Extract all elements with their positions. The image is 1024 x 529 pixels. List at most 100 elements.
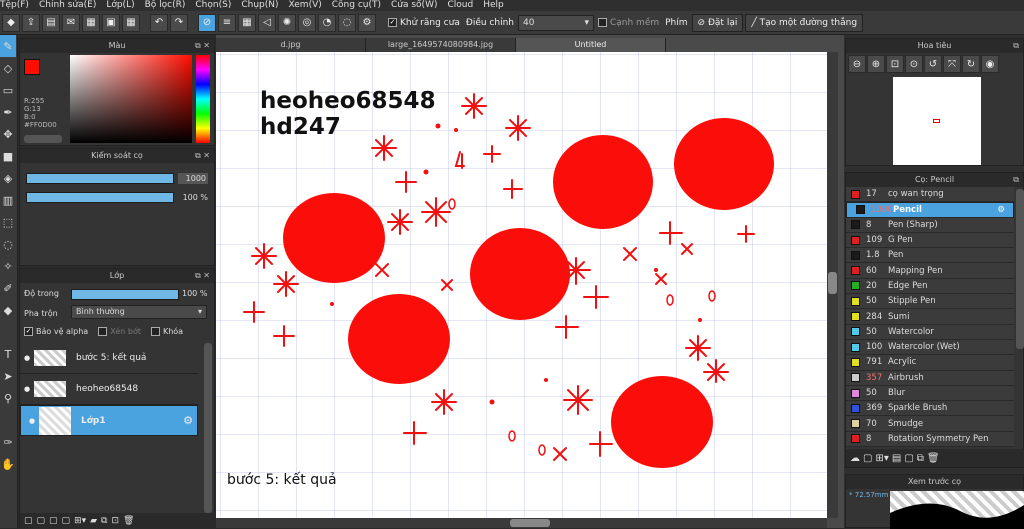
menu-item[interactable]: Cửa sổ(W): [391, 0, 437, 11]
select-eraser-icon[interactable]: ◆: [0, 299, 16, 321]
new-layer-icon[interactable]: ▢: [49, 516, 58, 526]
brush-opacity-value[interactable]: 100 %: [178, 192, 208, 203]
comment-icon[interactable]: ✉: [62, 13, 80, 32]
select-icon[interactable]: ⬚: [0, 211, 16, 233]
eye-icon[interactable]: ●: [20, 354, 34, 362]
text-tool-icon[interactable]: T: [0, 343, 16, 365]
reset-view-icon[interactable]: ◉: [981, 55, 999, 73]
tab-d-jpg[interactable]: d.jpg: [216, 38, 366, 52]
new-layer-icon[interactable]: ▢: [24, 516, 33, 526]
no-snap-icon[interactable]: ⊘: [198, 13, 216, 32]
brush-item[interactable]: 1000 Pencil ⚙: [846, 202, 1014, 218]
brush-item[interactable]: 109 G Pen: [846, 232, 1014, 249]
canvas-hscroll[interactable]: [216, 518, 827, 528]
rotate-right-icon[interactable]: ↻: [962, 55, 980, 73]
image-icon[interactable]: ▣: [102, 13, 120, 32]
eraser-mode-icon[interactable]: ◆: [2, 13, 20, 32]
layer-row[interactable]: ● bước 5: kết quả: [20, 343, 198, 374]
menu-item[interactable]: Chụp(N): [241, 0, 278, 11]
settings-icon[interactable]: ⚙: [358, 13, 376, 32]
menu-item[interactable]: Bộ lọc(R): [145, 0, 186, 11]
fit-icon[interactable]: ⊡: [886, 55, 904, 73]
curve-snap-icon[interactable]: ◔: [318, 13, 336, 32]
brush-item[interactable]: 791 Acrylic: [846, 355, 1014, 371]
radial-snap-icon[interactable]: ◁: [258, 13, 276, 32]
gear-icon[interactable]: ⚙: [997, 203, 1005, 217]
brush-item[interactable]: 50 Stipple Pen: [846, 294, 1014, 310]
menu-item[interactable]: Cloud: [447, 0, 473, 11]
brush-size-value[interactable]: 1000: [178, 173, 208, 184]
redo-icon[interactable]: ↷: [170, 13, 188, 32]
panel-expand-close-icon[interactable]: ⧉ ✕: [195, 269, 210, 283]
circle-snap-icon[interactable]: ◎: [298, 13, 316, 32]
document-icon[interactable]: ▦: [82, 13, 100, 32]
saturation-picker[interactable]: [70, 55, 192, 143]
menu-item[interactable]: Tệp(F): [0, 0, 29, 11]
move-tool-icon[interactable]: ✥: [0, 123, 16, 145]
radial-line-icon[interactable]: ✺: [278, 13, 296, 32]
brush-item[interactable]: 284 Sumi: [846, 309, 1014, 325]
eye-icon[interactable]: ●: [25, 414, 39, 428]
rotate-left-icon[interactable]: ↺: [924, 55, 942, 73]
brush-item[interactable]: 1.8 Pen: [846, 248, 1014, 264]
straight-line-button[interactable]: ╱ Tạo một đường thẳng: [745, 13, 864, 32]
tab-large-jpg[interactable]: large_1649574080984.jpg: [366, 38, 516, 52]
eye-icon[interactable]: ●: [20, 385, 34, 393]
operation-icon[interactable]: ➤: [0, 365, 16, 387]
layer-row-selected[interactable]: ● Lớp1 ⚙: [20, 405, 198, 436]
panel-expand-close-icon[interactable]: ⧉ ✕: [195, 149, 210, 163]
drawing-canvas[interactable]: heoheo68548 hd247 bước 5: kết quả: [216, 52, 827, 518]
save-icon[interactable]: ▤: [42, 13, 60, 32]
layer-opacity-slider[interactable]: [71, 289, 179, 300]
gradient-icon[interactable]: ▥: [0, 189, 16, 211]
brush-item[interactable]: 369 Sparkle Brush: [846, 401, 1014, 417]
fg-color-swatch[interactable]: [24, 59, 40, 75]
reset-button[interactable]: ⊘ Đặt lại: [691, 13, 744, 32]
dropper-icon[interactable]: ✑: [0, 431, 16, 453]
eyedropper-icon[interactable]: ⚲: [0, 387, 16, 409]
navigator-preview[interactable]: [893, 77, 981, 165]
select-pen-icon[interactable]: ✐: [0, 277, 16, 299]
add-brush-dropdown-icon[interactable]: ⊞▾: [875, 453, 888, 464]
cloud-icon[interactable]: ☁: [850, 453, 860, 464]
brush-item[interactable]: 50 Blur: [846, 385, 1014, 402]
panel-expand-close-icon[interactable]: ⧉ ✕: [195, 39, 210, 53]
new-layer-icon[interactable]: ▢: [37, 516, 46, 526]
lock-checkbox[interactable]: Khóa: [150, 327, 183, 336]
duplicate-icon[interactable]: ⧉: [917, 453, 924, 464]
grid-icon[interactable]: ▦: [122, 13, 140, 32]
panel-expand-icon[interactable]: ⧉: [1013, 173, 1019, 187]
panel-expand-icon[interactable]: ⧉: [1013, 39, 1019, 53]
flip-icon[interactable]: ⤧: [943, 55, 961, 73]
brush-scrollbar[interactable]: [1016, 189, 1024, 349]
copy-icon[interactable]: ▢: [904, 453, 913, 464]
grid-snap-icon[interactable]: ▦: [238, 13, 256, 32]
undo-icon[interactable]: ↶: [150, 13, 168, 32]
fill-rect-icon[interactable]: ■: [0, 145, 16, 167]
brush-item[interactable]: 70 Smudge: [846, 416, 1014, 432]
menu-item[interactable]: Lớp(L): [106, 0, 134, 11]
folder-icon[interactable]: ▰: [90, 516, 97, 526]
brush-tool-icon[interactable]: ✎: [0, 35, 16, 57]
pen-tool-icon[interactable]: ✒: [0, 101, 16, 123]
clip-checkbox[interactable]: Xén bớt: [98, 327, 141, 336]
brush-item[interactable]: 17 cọ wan trọng: [846, 187, 1014, 203]
layer-scrollbar[interactable]: [204, 343, 212, 513]
menu-item[interactable]: Chỉnh sửa(E): [39, 0, 96, 11]
protect-alpha-checkbox[interactable]: ✓ Bảo vệ alpha: [24, 327, 88, 336]
menu-item[interactable]: Chọn(S): [195, 0, 231, 11]
zoom-in-icon[interactable]: ⊕: [867, 55, 885, 73]
menu-item[interactable]: Help: [483, 0, 504, 11]
lasso-icon[interactable]: ◌: [0, 233, 16, 255]
bucket-icon[interactable]: ◈: [0, 167, 16, 189]
magic-wand-icon[interactable]: ✧: [0, 255, 16, 277]
hue-slider[interactable]: [196, 55, 210, 143]
rect-select-icon[interactable]: ▭: [0, 79, 16, 101]
antialias-checkbox[interactable]: ✓ Khử răng cưa: [386, 17, 462, 28]
menu-item[interactable]: Xem(V): [289, 0, 322, 11]
vscroll-thumb[interactable]: [828, 272, 837, 294]
hscroll-thumb[interactable]: [510, 519, 550, 527]
brush-item[interactable]: 8 Rotation Symmetry Pen: [846, 431, 1014, 448]
trash-icon[interactable]: 🗑: [123, 516, 134, 526]
new-brush-icon[interactable]: ▢: [863, 453, 872, 464]
